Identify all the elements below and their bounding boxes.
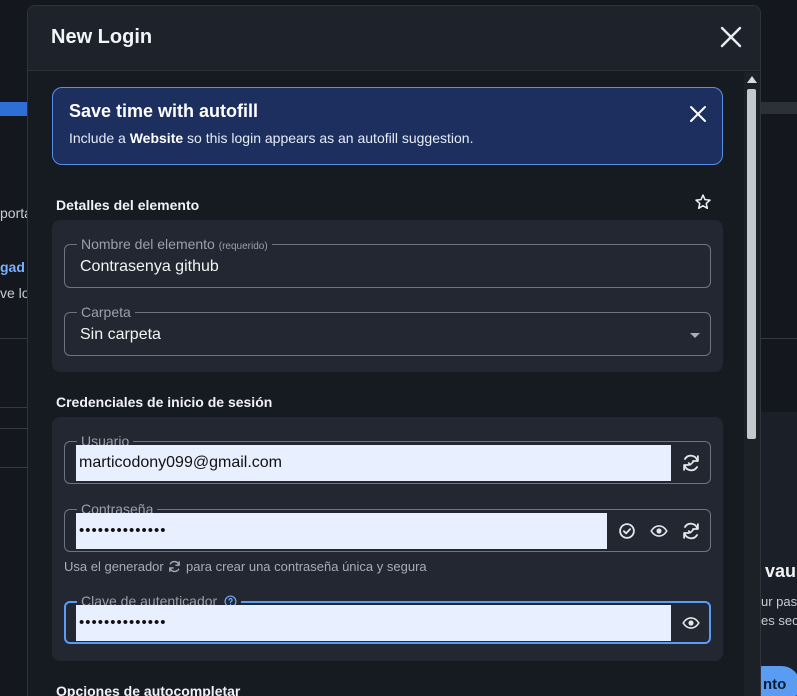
dialog-header: New Login (28, 6, 760, 71)
username-input[interactable]: marticodony099@gmail.com (76, 445, 671, 481)
item-details-card: Nombre del elemento (requerido) Contrase… (52, 220, 723, 372)
folder-value[interactable]: Sin carpeta (80, 326, 161, 344)
background-divider (761, 338, 797, 339)
star-icon (695, 194, 711, 210)
banner-text-prefix: Include a (69, 130, 126, 146)
credentials-heading: Credenciales de inicio de sesión (56, 394, 273, 410)
item-name-value[interactable]: Contrasenya github (80, 258, 219, 276)
password-field[interactable]: Contraseña •••••••••••••• (64, 501, 711, 552)
eye-icon (682, 617, 700, 629)
dialog-scrollbar[interactable] (744, 72, 760, 696)
dismiss-banner-button[interactable] (688, 104, 708, 124)
background-heading: vault (765, 561, 797, 581)
banner-text-suffix: so this login appears as an autofill sug… (187, 130, 474, 146)
generate-icon (683, 522, 699, 540)
close-dialog-button[interactable] (718, 24, 744, 50)
background-right-bar (761, 102, 797, 114)
new-login-dialog: New Login Save time with autofill Includ… (27, 5, 761, 696)
banner-text-bold: Website (129, 130, 184, 146)
item-name-field[interactable]: Nombre del elemento (requerido) Contrase… (64, 236, 711, 288)
background-link[interactable]: gad (0, 259, 25, 275)
toggle-password-visibility-button[interactable] (648, 520, 670, 542)
background-card (761, 412, 797, 696)
authenticator-key-field[interactable]: Clave de autenticador •••••••••••••• (64, 593, 711, 644)
close-icon (690, 106, 706, 122)
generate-password-button[interactable] (680, 520, 702, 542)
item-details-heading: Detalles del elemento (56, 197, 200, 213)
scroll-up-arrow-icon[interactable] (747, 76, 757, 83)
generate-username-button[interactable] (680, 452, 702, 474)
background-divider (0, 407, 27, 408)
generate-icon (683, 454, 699, 472)
password-generator-hint: Usa el generador para crear una contrase… (64, 559, 427, 574)
authenticator-key-input[interactable]: •••••••••••••• (76, 605, 671, 641)
hint-suffix: para crear una contraseña única y segura (185, 559, 427, 574)
background-text: ve lo (0, 285, 30, 301)
password-input[interactable]: •••••••••••••• (76, 513, 607, 549)
scrollbar-thumb[interactable] (747, 89, 756, 439)
background-divider (0, 338, 27, 339)
check-password-button[interactable] (616, 520, 638, 542)
dialog-body[interactable]: Save time with autofill Include a Websit… (28, 72, 760, 696)
background-accent-bar (0, 102, 27, 116)
favorite-button[interactable] (694, 193, 712, 211)
dialog-title: New Login (51, 26, 153, 48)
background-text: ur pas (761, 594, 797, 609)
generate-icon (169, 560, 181, 573)
username-field[interactable]: Usuario marticodony099@gmail.com (64, 433, 711, 484)
credentials-card: Usuario marticodony099@gmail.com Contras… (52, 417, 723, 661)
toggle-key-visibility-button[interactable] (680, 612, 702, 634)
background-divider (0, 428, 27, 429)
chevron-down-icon[interactable] (690, 333, 700, 338)
autofill-banner: Save time with autofill Include a Websit… (52, 87, 723, 165)
check-circle-icon (619, 523, 635, 539)
hint-prefix: Usa el generador (64, 559, 164, 574)
required-tag: (requerido) (218, 241, 268, 252)
banner-title: Save time with autofill (69, 101, 259, 121)
background-divider (0, 467, 27, 468)
close-icon (720, 26, 742, 48)
folder-label: Carpeta (77, 304, 135, 320)
folder-select[interactable]: Carpeta Sin carpeta (64, 304, 711, 356)
background-text: es sec (761, 613, 797, 628)
autofill-options-heading: Opciones de autocompletar (56, 683, 241, 696)
item-name-label: Nombre del elemento (requerido) (77, 236, 272, 255)
eye-icon (650, 525, 668, 537)
banner-text: Include a Website so this login appears … (69, 130, 473, 146)
